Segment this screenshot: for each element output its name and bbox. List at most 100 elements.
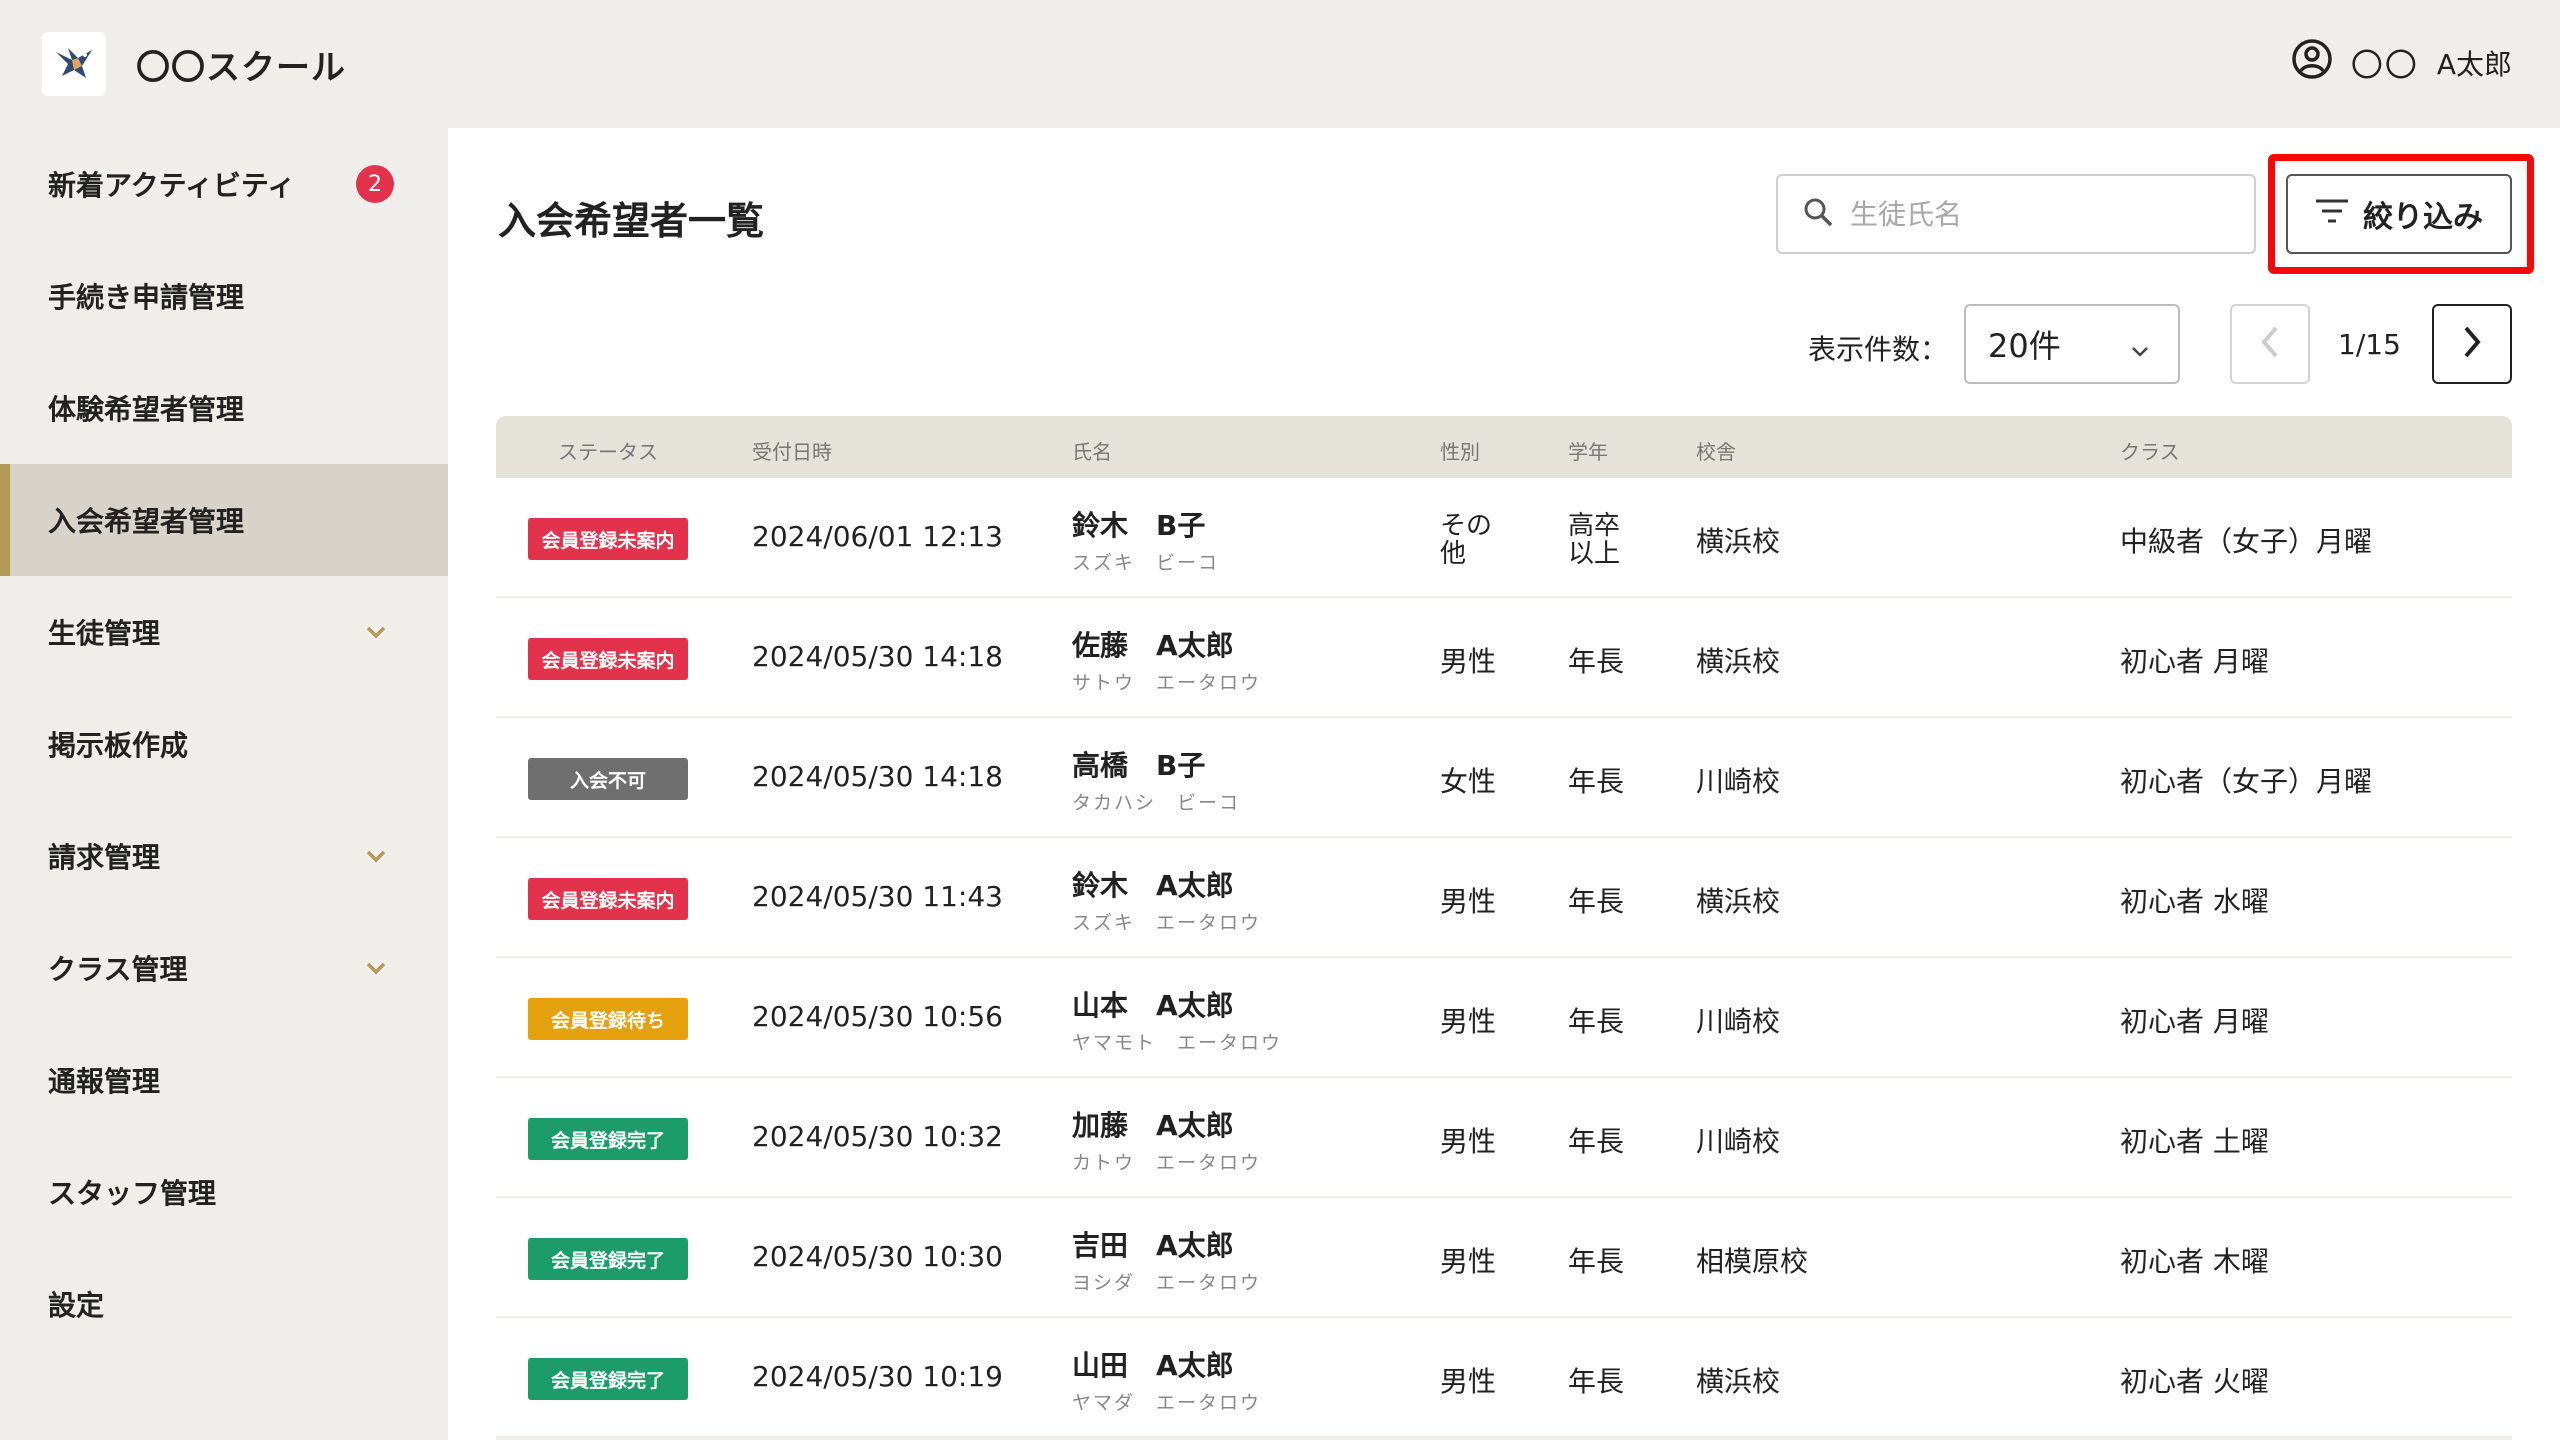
grade-cell: 年長 [1568,1245,1625,1278]
gender-cell: 男性 [1440,1245,1497,1278]
filter-label: 絞り込み [2363,200,2483,235]
table-row[interactable]: 会員登録待ち 2024/05/30 10:56 山本 A太郎 ヤマモト エータロウ 男性… [496,958,2512,1078]
pager-next-button[interactable] [2432,304,2512,384]
date-cell: 2024/05/30 10:30 [752,1240,1003,1273]
filter-icon [2315,197,2349,232]
sidebar-item-label: スタッフ管理 [48,1177,217,1210]
sidebar-item-label: 体験希望者管理 [48,393,245,426]
sidebar-item-staff[interactable]: スタッフ管理 [0,1136,448,1248]
sidebar-item-label: 通報管理 [48,1065,161,1098]
kana-cell: スズキ ビーコ [1072,552,1220,574]
perpage-value: 20件 [1988,327,2061,365]
chevron-right-icon [2458,324,2486,364]
chevron-left-icon [2256,324,2284,364]
school-cell: 川崎校 [1696,1125,1781,1158]
sidebar-item-label: クラス管理 [48,953,188,986]
logo[interactable] [42,32,106,96]
date-cell: 2024/05/30 10:19 [752,1360,1003,1393]
user-name-first: A太郎 [2436,48,2512,81]
school-cell: 横浜校 [1696,645,1781,678]
user-menu[interactable]: 〇〇 A太郎 [2291,38,2512,88]
status-badge: 会員登録完了 [528,1118,688,1160]
sidebar-item-board[interactable]: 掲示板作成 [0,688,448,800]
sidebar-item-label: 掲示板作成 [48,729,189,762]
app-header: 〇〇スクール 〇〇 A太郎 [0,0,2560,128]
sidebar-item-applicants[interactable]: 入会希望者管理 [0,464,448,576]
date-cell: 2024/06/01 12:13 [752,520,1003,553]
table-row[interactable]: 会員登録未案内 2024/05/30 14:18 佐藤 A太郎 サトウ エータロウ 男性… [496,598,2512,718]
status-badge: 会員登録未案内 [528,638,688,680]
table-row[interactable]: 入会不可 2024/05/30 14:18 高橋 B子 タカハシ ビーコ 女性 年長 川崎校… [496,718,2512,838]
sidebar-item-billing[interactable]: 請求管理 [0,800,448,912]
sidebar-item-procedures[interactable]: 手続き申請管理 [0,240,448,352]
sidebar-item-label: 入会希望者管理 [48,505,245,538]
bird-logo-icon [52,40,96,88]
pager-text: 1/15 [2338,328,2401,361]
search-input[interactable] [1850,197,2230,231]
kana-cell: ヨシダ エータロウ [1072,1272,1262,1294]
table-row[interactable]: 会員登録未案内 2024/06/01 12:13 鈴木 B子 スズキ ビーコ その他 高卒… [496,478,2512,598]
table-row[interactable]: 会員登録完了 2024/05/30 10:30 吉田 A太郎 ヨシダ エータロウ 男性 年… [496,1198,2512,1318]
name-cell[interactable]: 吉田 A太郎 [1072,1224,1234,1264]
sidebar-item-label: 生徒管理 [48,617,161,650]
table-row[interactable]: 会員登録未案内 2024/05/30 11:43 鈴木 A太郎 スズキ エータロウ 男性… [496,838,2512,958]
sidebar-item-label: 新着アクティビティ [48,169,296,202]
name-cell[interactable]: 高橋 B子 [1072,744,1205,784]
pager-prev-button[interactable] [2230,304,2310,384]
sidebar-item-settings[interactable]: 設定 [0,1248,448,1360]
chevron-down-icon [362,954,390,982]
school-cell: 横浜校 [1696,1365,1781,1398]
sidebar-item-reports[interactable]: 通報管理 [0,1024,448,1136]
name-cell[interactable]: 加藤 A太郎 [1072,1104,1234,1144]
class-cell: 初心者 木曜 [2120,1245,2269,1278]
name-cell[interactable]: 山田 A太郎 [1072,1344,1234,1384]
user-name-last: 〇〇 [2350,46,2419,84]
date-cell: 2024/05/30 10:56 [752,1000,1003,1033]
name-cell[interactable]: 鈴木 B子 [1072,504,1205,544]
table-header: ステータス 受付日時 氏名 性別 学年 校舎 クラス [496,416,2512,478]
class-cell: 初心者（女子）月曜 [2120,765,2373,798]
perpage-select[interactable]: 20件 [1964,304,2180,384]
user-circle-icon [2291,38,2333,88]
gender-cell: 男性 [1440,1125,1497,1158]
grade-cell: 年長 [1568,645,1625,678]
table-body: 会員登録未案内 2024/06/01 12:13 鈴木 B子 スズキ ビーコ その他 高卒… [496,478,2512,1438]
grade-cell: 年長 [1568,1125,1625,1158]
date-cell: 2024/05/30 14:18 [752,640,1003,673]
school-cell: 横浜校 [1696,885,1781,918]
sidebar-item-students[interactable]: 生徒管理 [0,576,448,688]
table-row[interactable]: 会員登録完了 2024/05/30 10:32 加藤 A太郎 カトウ エータロウ 男性 年… [496,1078,2512,1198]
header-school: 校舎 [1696,440,1736,464]
notification-badge: 2 [356,165,394,203]
header-class: クラス [2120,440,2180,464]
grade-cell: 年長 [1568,885,1625,918]
sidebar-item-trial[interactable]: 体験希望者管理 [0,352,448,464]
header-grade: 学年 [1568,440,1608,464]
status-badge: 会員登録待ち [528,998,688,1040]
gender-cell: 男性 [1440,885,1497,918]
school-cell: 横浜校 [1696,525,1781,558]
school-cell: 相模原校 [1696,1245,1809,1278]
sidebar: 新着アクティビティ 2 手続き申請管理 体験希望者管理 入会希望者管理 生徒管理… [0,128,448,1440]
sidebar-item-label: 手続き申請管理 [48,281,245,314]
date-cell: 2024/05/30 14:18 [752,760,1003,793]
class-cell: 初心者 月曜 [2120,645,2269,678]
gender-cell: 男性 [1440,1365,1497,1398]
kana-cell: サトウ エータロウ [1072,672,1262,694]
header-gender: 性別 [1440,440,1480,464]
kana-cell: タカハシ ビーコ [1072,792,1241,814]
search-icon [1802,196,1834,232]
table-row[interactable]: 会員登録完了 2024/05/30 10:19 山田 A太郎 ヤマダ エータロウ 男性 年… [496,1318,2512,1438]
filter-button[interactable]: 絞り込み [2286,174,2512,254]
sidebar-item-classes[interactable]: クラス管理 [0,912,448,1024]
sidebar-item-label: 設定 [48,1289,105,1322]
header-status: ステータス [558,440,658,464]
search-box[interactable] [1776,174,2256,254]
name-cell[interactable]: 鈴木 A太郎 [1072,864,1234,904]
name-cell[interactable]: 山本 A太郎 [1072,984,1234,1024]
name-cell[interactable]: 佐藤 A太郎 [1072,624,1234,664]
grade-cell: 年長 [1568,1365,1625,1398]
sidebar-item-activity[interactable]: 新着アクティビティ 2 [0,128,448,240]
header-date: 受付日時 [752,440,832,464]
class-cell: 初心者 水曜 [2120,885,2269,918]
